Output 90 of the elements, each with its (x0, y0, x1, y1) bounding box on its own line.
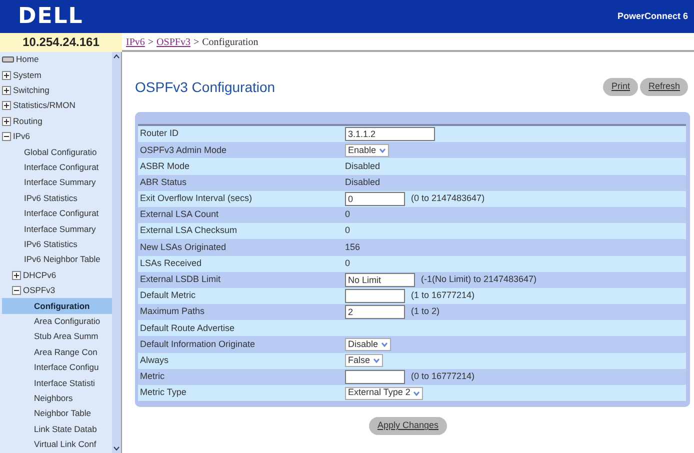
sidebar-link[interactable]: Neighbor Table (34, 407, 92, 420)
dropdown[interactable]: External Type 2 (345, 386, 424, 400)
input-field[interactable]: 0 (345, 192, 405, 206)
page-title: OSPFv3 Configuration (135, 78, 276, 97)
breadcrumb-link[interactable]: OSPFv3 (156, 37, 190, 48)
field-value: 0 (345, 208, 350, 222)
field-label: Metric (139, 370, 166, 384)
collapse-icon[interactable] (12, 286, 21, 296)
sidebar-link[interactable]: Area Range Con (34, 346, 98, 358)
caret-icon[interactable] (413, 390, 420, 396)
field-label: Router ID (139, 127, 180, 140)
sidebar-link[interactable]: Interface Configurat (24, 161, 99, 174)
sidebar-link[interactable]: IPv6 Neighbor Table (24, 253, 100, 266)
collapse-icon[interactable] (2, 132, 11, 142)
sidebar-link[interactable]: Interface Summary (24, 222, 96, 236)
field-label: Default Route Advertise (139, 322, 236, 335)
field-label: External LSDB Limit (139, 273, 222, 286)
sidebar-link[interactable]: IPv6 Statistics (24, 192, 78, 205)
breadcrumb-link[interactable]: IPv6 (126, 37, 145, 48)
sidebar-link[interactable]: Global Configuratio (24, 146, 97, 158)
field-value: Disabled (345, 160, 380, 173)
dropdown[interactable]: Disable (345, 338, 392, 352)
expand-icon[interactable] (2, 116, 11, 126)
caret-icon[interactable] (373, 358, 380, 364)
apply-changes-button[interactable]: Apply Changes (369, 417, 447, 435)
toolbar-button[interactable]: Print (603, 78, 638, 96)
field-value: 156 (345, 240, 360, 254)
breadcrumb-current: Configuration (202, 37, 258, 48)
field-label: Maximum Paths (139, 305, 206, 318)
field-label: External LSA Checksum (139, 224, 238, 238)
sidebar-item[interactable]: System (13, 68, 42, 82)
expand-icon[interactable] (2, 101, 11, 110)
scroll-up-icon[interactable] (112, 52, 121, 61)
dropdown[interactable]: False (345, 354, 384, 368)
caret-icon[interactable] (379, 148, 386, 153)
field-value: Disabled (345, 176, 380, 189)
field-value: 0 (345, 224, 350, 238)
input-field[interactable]: 3.1.1.2 (345, 127, 435, 142)
sidebar-link[interactable]: Interface Configurat (24, 207, 99, 220)
field-label: ASBR Mode (139, 160, 191, 173)
sidebar-item[interactable]: OSPFv3 (23, 284, 56, 297)
input-field[interactable] (345, 288, 405, 303)
field-label: Default Metric (139, 289, 197, 302)
field-label: New LSAs Originated (139, 240, 228, 254)
range-hint: (0 to 2147483647) (411, 192, 485, 206)
sidebar-link[interactable]: Area Configuratio (34, 314, 100, 328)
sidebar-item[interactable]: Routing (13, 114, 42, 128)
breadcrumb-separator: > (193, 37, 200, 48)
sidebar-link[interactable]: Interface Statisti (34, 376, 95, 390)
range-hint: (-1(No Limit) to 2147483647) (421, 273, 537, 286)
sidebar-link[interactable]: Neighbors (34, 392, 73, 405)
sidebar-link[interactable]: Stub Area Summ (34, 330, 98, 344)
sidebar-link[interactable]: IPv6 Statistics (24, 238, 78, 251)
dropdown[interactable]: Enable (345, 144, 390, 157)
input-field[interactable] (345, 370, 405, 384)
input-field[interactable]: 2 (345, 305, 405, 320)
breadcrumb-separator: > (148, 37, 154, 48)
sidebar-link[interactable]: Link State Datab (34, 422, 97, 436)
sidebar-link[interactable]: Interface Configu (34, 361, 99, 374)
sidebar-item[interactable]: DHCPv6 (23, 268, 56, 282)
field-label: ABR Status (139, 176, 188, 189)
drive-icon[interactable] (2, 55, 14, 64)
sidebar-item[interactable]: Switching (13, 84, 50, 97)
caret-icon[interactable] (381, 342, 388, 348)
scroll-down-icon[interactable] (112, 444, 121, 453)
field-value: 0 (345, 256, 350, 270)
field-label: Always (139, 354, 170, 367)
expand-icon[interactable] (2, 70, 11, 80)
range-hint: (1 to 16777214) (411, 289, 475, 302)
sidebar-item[interactable]: Statistics/RMON (13, 99, 76, 112)
expand-icon[interactable] (12, 270, 21, 280)
field-label: Metric Type (139, 386, 188, 400)
field-label: Default Information Originate (139, 338, 256, 351)
product-name: PowerConnect 6 (617, 10, 688, 23)
input-field[interactable]: No Limit (345, 272, 415, 287)
ip-address: 10.254.24.161 (0, 33, 122, 52)
toolbar-button[interactable]: Refresh (640, 78, 688, 96)
range-hint: (1 to 2) (411, 305, 440, 318)
field-label: Exit Overflow Interval (secs) (139, 192, 254, 206)
logo: DELL (18, 6, 84, 28)
sidebar-item[interactable]: IPv6 (13, 130, 30, 144)
range-hint: (0 to 16777214) (411, 370, 475, 384)
sidebar-item[interactable]: Home (16, 53, 39, 66)
sidebar-link[interactable]: Virtual Link Conf (34, 438, 96, 451)
field-label: OSPFv3 Admin Mode (139, 144, 228, 157)
sidebar-link[interactable]: Interface Summary (24, 176, 96, 190)
scrollbar[interactable] (112, 52, 121, 453)
field-label: LSAs Received (139, 256, 203, 270)
field-label: External LSA Count (139, 208, 220, 222)
expand-icon[interactable] (2, 86, 11, 95)
